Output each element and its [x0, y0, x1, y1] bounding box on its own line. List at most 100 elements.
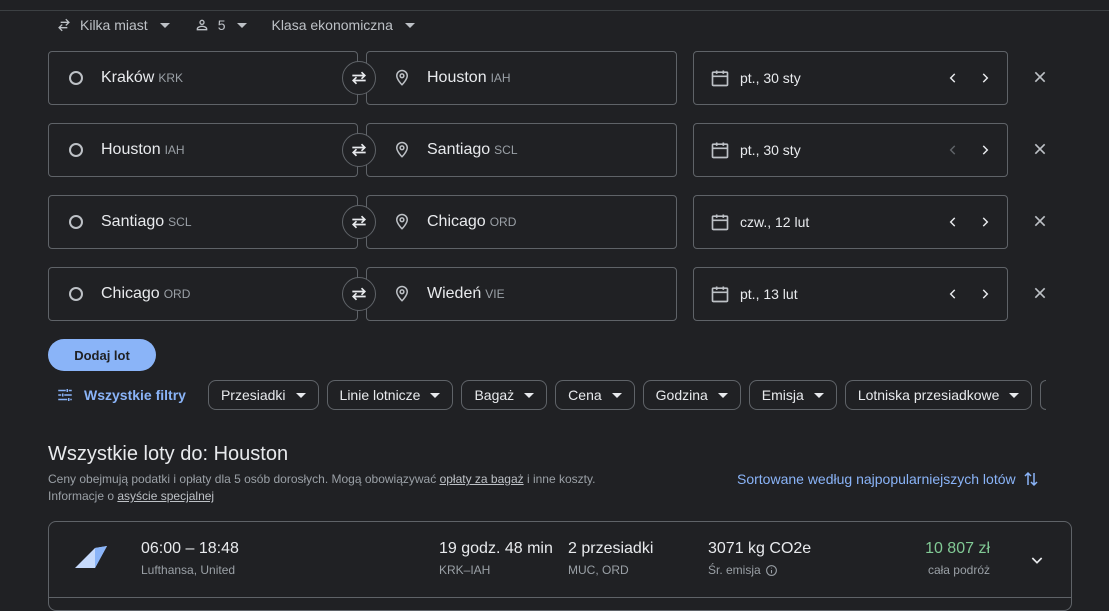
- tune-icon: [58, 389, 72, 401]
- origin-code: IAH: [164, 143, 185, 157]
- filter-chip-airlines[interactable]: Linie lotnicze: [326, 380, 454, 410]
- chevron-left-icon: [949, 73, 956, 83]
- filter-chip-emissions[interactable]: Emisja: [748, 380, 837, 410]
- location-pin-icon: [393, 68, 411, 88]
- origin-code: KRK: [158, 71, 184, 85]
- swap-button[interactable]: [342, 205, 376, 239]
- chevron-down-icon: [237, 22, 248, 28]
- swap-button[interactable]: [342, 61, 376, 95]
- chip-label: Emisja: [761, 387, 804, 403]
- filter-chip-bags[interactable]: Bagaż: [461, 380, 548, 410]
- stop-airports: MUC, ORD: [568, 563, 629, 577]
- destination-field[interactable]: Houston IAH: [366, 51, 677, 105]
- filter-chip-times[interactable]: Godzina: [642, 380, 741, 410]
- location-pin-icon: [393, 284, 411, 304]
- calendar-icon: [710, 68, 730, 88]
- origin-field[interactable]: Chicago ORD: [48, 267, 358, 321]
- emissions-label: Śr. emisja: [708, 563, 761, 577]
- all-filters-button[interactable]: Wszystkie filtry: [56, 386, 186, 404]
- chevron-down-icon: [611, 392, 622, 398]
- calendar-icon: [710, 140, 730, 160]
- sort-button[interactable]: Sortowane według najpopularniejszych lot…: [737, 470, 1040, 488]
- flight-leg-row: Kraków KRK Houston IAH pt., 30 sty: [48, 51, 1046, 107]
- next-date-button[interactable]: [969, 71, 1001, 85]
- previous-date-button[interactable]: [937, 143, 969, 157]
- chip-label: Lotniska przesiadkowe: [857, 387, 1000, 403]
- flight-leg-row: Chicago ORD Wiedeń VIE pt., 13 lut: [48, 267, 1046, 323]
- origin-icon: [69, 143, 83, 157]
- origin-icon: [69, 215, 83, 229]
- destination-code: SCL: [494, 143, 518, 157]
- filter-chip-price[interactable]: Cena: [555, 380, 635, 410]
- close-icon: [1034, 71, 1046, 83]
- swap-button[interactable]: [342, 133, 376, 167]
- flight-result-card[interactable]: 06:00 – 18:48 Lufthansa, United 19 godz.…: [48, 521, 1072, 611]
- destination-field[interactable]: Chicago ORD: [366, 195, 677, 249]
- remove-leg-button[interactable]: [1028, 281, 1052, 305]
- remove-leg-button[interactable]: [1028, 209, 1052, 233]
- trip-type-label: Kilka miast: [80, 17, 148, 33]
- sort-icon: [1024, 471, 1038, 487]
- add-flight-button[interactable]: Dodaj lot: [48, 339, 156, 371]
- date-field[interactable]: pt., 30 sty: [693, 123, 1008, 177]
- origin-icon: [69, 287, 83, 301]
- date-field[interactable]: czw., 12 lut: [693, 195, 1008, 249]
- swap-button[interactable]: [342, 277, 376, 311]
- cabin-class-select[interactable]: Klasa ekonomiczna: [271, 17, 415, 33]
- chip-label: Linie lotnicze: [339, 387, 421, 403]
- location-pin-icon: [393, 140, 411, 160]
- filter-chip-overflow[interactable]: [1040, 380, 1047, 410]
- next-date-button[interactable]: [969, 287, 1001, 301]
- chevron-down-icon: [404, 22, 415, 28]
- origin-code: SCL: [168, 215, 192, 229]
- remove-leg-button[interactable]: [1028, 65, 1052, 89]
- top-divider: [0, 0, 1109, 11]
- date-field[interactable]: pt., 13 lut: [693, 267, 1008, 321]
- note-text: Informacje o: [48, 489, 118, 503]
- flight-leg-row: Santiago SCL Chicago ORD czw., 12 lut: [48, 195, 1046, 251]
- date-value: pt., 13 lut: [740, 286, 798, 302]
- previous-date-button[interactable]: [937, 215, 969, 229]
- card-divider: [49, 597, 1071, 598]
- remove-leg-button[interactable]: [1028, 137, 1052, 161]
- expand-button[interactable]: [1025, 548, 1049, 572]
- filter-chip-connecting-airports[interactable]: Lotniska przesiadkowe: [844, 380, 1033, 410]
- swap-icon: [351, 143, 367, 157]
- passengers-select[interactable]: 5: [194, 17, 248, 33]
- baggage-fees-link[interactable]: opłaty za bagaż: [440, 472, 524, 486]
- destination-city: Santiago: [427, 141, 491, 158]
- swap-icon: [351, 215, 367, 229]
- results-title: Wszystkie loty do: Houston: [48, 443, 289, 465]
- destination-field[interactable]: Santiago SCL: [366, 123, 677, 177]
- airline-names: Lufthansa, United: [141, 563, 236, 577]
- date-value: czw., 12 lut: [740, 214, 810, 230]
- sort-label: Sortowane według najpopularniejszych lot…: [737, 471, 1016, 487]
- destination-field[interactable]: Wiedeń VIE: [366, 267, 677, 321]
- origin-icon: [69, 71, 83, 85]
- chevron-left-icon: [949, 217, 956, 227]
- chevron-down-icon: [717, 392, 728, 398]
- emissions-value: 3071 kg CO2e: [708, 540, 812, 557]
- assistance-link[interactable]: asyście specjalnej: [117, 489, 214, 503]
- info-icon[interactable]: [765, 564, 778, 577]
- previous-date-button[interactable]: [937, 287, 969, 301]
- next-date-button[interactable]: [969, 143, 1001, 157]
- next-date-button[interactable]: [969, 215, 1001, 229]
- chevron-left-icon: [949, 145, 956, 155]
- chevron-right-icon: [982, 73, 989, 83]
- previous-date-button[interactable]: [937, 71, 969, 85]
- trip-type-select[interactable]: Kilka miast: [56, 17, 170, 33]
- destination-code: ORD: [489, 215, 517, 229]
- origin-city: Houston: [101, 141, 161, 158]
- origin-code: ORD: [163, 287, 191, 301]
- date-value: pt., 30 sty: [740, 142, 801, 158]
- date-field[interactable]: pt., 30 sty: [693, 51, 1008, 105]
- swap-icon: [351, 287, 367, 301]
- origin-field[interactable]: Kraków KRK: [48, 51, 358, 105]
- origin-field[interactable]: Santiago SCL: [48, 195, 358, 249]
- person-icon: [196, 19, 208, 31]
- chip-label: Cena: [568, 387, 602, 403]
- flight-duration: 19 godz. 48 min: [439, 540, 553, 557]
- origin-field[interactable]: Houston IAH: [48, 123, 358, 177]
- filter-chip-stops[interactable]: Przesiadki: [207, 380, 319, 410]
